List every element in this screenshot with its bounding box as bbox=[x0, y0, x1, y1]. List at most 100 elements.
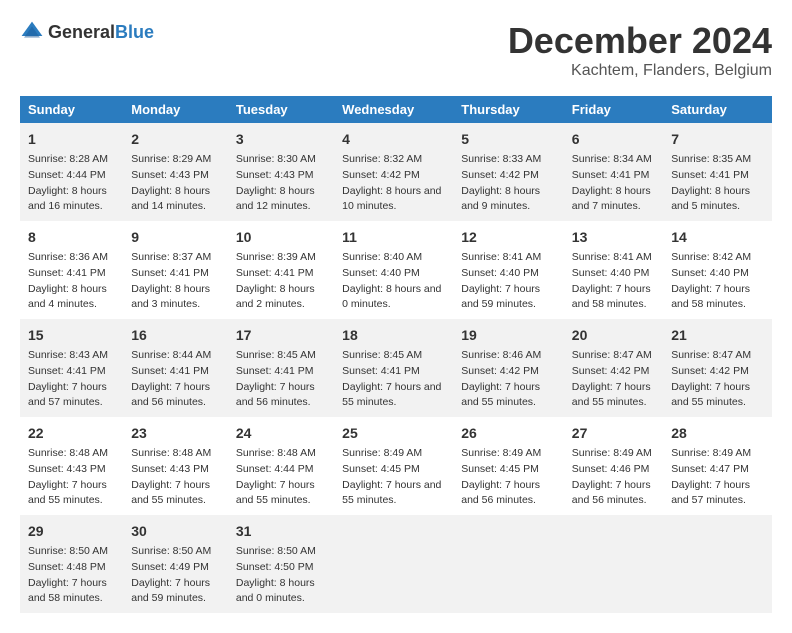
cell-week2-day6: 14Sunrise: 8:42 AMSunset: 4:40 PMDayligh… bbox=[663, 221, 772, 319]
sunset: Sunset: 4:43 PM bbox=[236, 168, 326, 184]
col-header-friday: Friday bbox=[564, 96, 663, 123]
sunset: Sunset: 4:41 PM bbox=[28, 266, 115, 282]
sunset: Sunset: 4:50 PM bbox=[236, 560, 326, 576]
sunset: Sunset: 4:40 PM bbox=[572, 266, 655, 282]
cell-week5-day1: 30Sunrise: 8:50 AMSunset: 4:49 PMDayligh… bbox=[123, 515, 228, 613]
sunrise: Sunrise: 8:29 AM bbox=[131, 152, 220, 168]
cell-week3-day4: 19Sunrise: 8:46 AMSunset: 4:42 PMDayligh… bbox=[453, 319, 564, 417]
sunrise: Sunrise: 8:30 AM bbox=[236, 152, 326, 168]
daylight: Daylight: 7 hours and 55 minutes. bbox=[342, 380, 445, 412]
week-row-3: 15Sunrise: 8:43 AMSunset: 4:41 PMDayligh… bbox=[20, 319, 772, 417]
calendar-table: SundayMondayTuesdayWednesdayThursdayFrid… bbox=[20, 96, 772, 613]
week-row-2: 8Sunrise: 8:36 AMSunset: 4:41 PMDaylight… bbox=[20, 221, 772, 319]
week-row-1: 1Sunrise: 8:28 AMSunset: 4:44 PMDaylight… bbox=[20, 123, 772, 221]
cell-week2-day4: 12Sunrise: 8:41 AMSunset: 4:40 PMDayligh… bbox=[453, 221, 564, 319]
cell-week5-day0: 29Sunrise: 8:50 AMSunset: 4:48 PMDayligh… bbox=[20, 515, 123, 613]
cell-week2-day5: 13 Sunrise: 8:41 AMSunset: 4:40 PMDayligh… bbox=[564, 221, 663, 319]
day-number: 13 bbox=[572, 227, 655, 248]
sunrise: Sunrise: 8:49 AM bbox=[572, 446, 655, 462]
daylight: Daylight: 7 hours and 55 minutes. bbox=[28, 478, 115, 510]
day-number: 6 bbox=[572, 129, 655, 150]
sunset: Sunset: 4:41 PM bbox=[131, 266, 220, 282]
cell-week4-day1: 23Sunrise: 8:48 AMSunset: 4:43 PMDayligh… bbox=[123, 417, 228, 515]
sunrise: Sunrise: 8:45 AM bbox=[236, 348, 326, 364]
week-row-4: 22Sunrise: 8:48 AMSunset: 4:43 PMDayligh… bbox=[20, 417, 772, 515]
sunrise: Sunrise: 8:36 AM bbox=[28, 250, 115, 266]
day-number: 1 bbox=[28, 129, 115, 150]
sunset: Sunset: 4:43 PM bbox=[131, 168, 220, 184]
sunrise: Sunrise: 8:48 AM bbox=[28, 446, 115, 462]
sunset: Sunset: 4:42 PM bbox=[461, 364, 556, 380]
daylight: Daylight: 7 hours and 57 minutes. bbox=[671, 478, 764, 510]
cell-week3-day0: 15Sunrise: 8:43 AMSunset: 4:41 PMDayligh… bbox=[20, 319, 123, 417]
col-header-wednesday: Wednesday bbox=[334, 96, 453, 123]
daylight: Daylight: 8 hours and 12 minutes. bbox=[236, 184, 326, 216]
day-number: 31 bbox=[236, 521, 326, 542]
day-number: 29 bbox=[28, 521, 115, 542]
daylight: Daylight: 8 hours and 16 minutes. bbox=[28, 184, 115, 216]
cell-week4-day2: 24Sunrise: 8:48 AMSunset: 4:44 PMDayligh… bbox=[228, 417, 334, 515]
daylight: Daylight: 7 hours and 57 minutes. bbox=[28, 380, 115, 412]
sunrise: Sunrise: 8:49 AM bbox=[461, 446, 556, 462]
sunset: Sunset: 4:46 PM bbox=[572, 462, 655, 478]
daylight: Daylight: 7 hours and 55 minutes. bbox=[131, 478, 220, 510]
col-header-monday: Monday bbox=[123, 96, 228, 123]
title-block: December 2024 Kachtem, Flanders, Belgium bbox=[508, 20, 772, 80]
sunrise: Sunrise: 8:46 AM bbox=[461, 348, 556, 364]
daylight: Daylight: 7 hours and 56 minutes. bbox=[572, 478, 655, 510]
col-header-sunday: Sunday bbox=[20, 96, 123, 123]
sunrise: Sunrise: 8:50 AM bbox=[28, 544, 115, 560]
daylight: Daylight: 7 hours and 56 minutes. bbox=[131, 380, 220, 412]
page-header: GeneralBlue December 2024 Kachtem, Fland… bbox=[20, 20, 772, 80]
daylight: Daylight: 8 hours and 0 minutes. bbox=[236, 576, 326, 608]
day-number: 12 bbox=[461, 227, 556, 248]
daylight: Daylight: 7 hours and 58 minutes. bbox=[572, 282, 655, 314]
sunset: Sunset: 4:45 PM bbox=[461, 462, 556, 478]
daylight: Daylight: 8 hours and 2 minutes. bbox=[236, 282, 326, 314]
sunset: Sunset: 4:40 PM bbox=[342, 266, 445, 282]
day-number: 28 bbox=[671, 423, 764, 444]
daylight: Daylight: 7 hours and 55 minutes. bbox=[461, 380, 556, 412]
day-number: 2 bbox=[131, 129, 220, 150]
daylight: Daylight: 7 hours and 58 minutes. bbox=[671, 282, 764, 314]
sunrise: Sunrise: 8:41 AM bbox=[572, 250, 655, 266]
day-number: 21 bbox=[671, 325, 764, 346]
logo-text-blue: Blue bbox=[115, 22, 154, 42]
day-number: 16 bbox=[131, 325, 220, 346]
sunrise: Sunrise: 8:35 AM bbox=[671, 152, 764, 168]
sunrise: Sunrise: 8:45 AM bbox=[342, 348, 445, 364]
col-header-tuesday: Tuesday bbox=[228, 96, 334, 123]
cell-week1-day1: 2 Sunrise: 8:29 AMSunset: 4:43 PMDaylight… bbox=[123, 123, 228, 221]
day-number: 3 bbox=[236, 129, 326, 150]
sunset: Sunset: 4:42 PM bbox=[572, 364, 655, 380]
sunrise: Sunrise: 8:50 AM bbox=[236, 544, 326, 560]
col-header-thursday: Thursday bbox=[453, 96, 564, 123]
cell-week4-day6: 28 Sunrise: 8:49 AMSunset: 4:47 PMDayligh… bbox=[663, 417, 772, 515]
cell-week3-day2: 17Sunrise: 8:45 AMSunset: 4:41 PMDayligh… bbox=[228, 319, 334, 417]
daylight: Daylight: 8 hours and 14 minutes. bbox=[131, 184, 220, 216]
cell-week2-day2: 10Sunrise: 8:39 AMSunset: 4:41 PMDayligh… bbox=[228, 221, 334, 319]
day-number: 30 bbox=[131, 521, 220, 542]
cell-week4-day0: 22Sunrise: 8:48 AMSunset: 4:43 PMDayligh… bbox=[20, 417, 123, 515]
sunrise: Sunrise: 8:40 AM bbox=[342, 250, 445, 266]
daylight: Daylight: 7 hours and 56 minutes. bbox=[236, 380, 326, 412]
subtitle: Kachtem, Flanders, Belgium bbox=[508, 62, 772, 80]
day-number: 27 bbox=[572, 423, 655, 444]
sunset: Sunset: 4:47 PM bbox=[671, 462, 764, 478]
day-number: 24 bbox=[236, 423, 326, 444]
main-title: December 2024 bbox=[508, 20, 772, 62]
sunrise: Sunrise: 8:33 AM bbox=[461, 152, 556, 168]
daylight: Daylight: 7 hours and 55 minutes. bbox=[236, 478, 326, 510]
sunrise: Sunrise: 8:42 AM bbox=[671, 250, 764, 266]
day-number: 23 bbox=[131, 423, 220, 444]
day-number: 4 bbox=[342, 129, 445, 150]
logo-icon bbox=[20, 20, 44, 44]
sunset: Sunset: 4:44 PM bbox=[28, 168, 115, 184]
sunrise: Sunrise: 8:41 AM bbox=[461, 250, 556, 266]
sunrise: Sunrise: 8:49 AM bbox=[671, 446, 764, 462]
sunrise: Sunrise: 8:44 AM bbox=[131, 348, 220, 364]
col-header-saturday: Saturday bbox=[663, 96, 772, 123]
daylight: Daylight: 7 hours and 58 minutes. bbox=[28, 576, 115, 608]
logo: GeneralBlue bbox=[20, 20, 154, 44]
sunset: Sunset: 4:41 PM bbox=[236, 266, 326, 282]
